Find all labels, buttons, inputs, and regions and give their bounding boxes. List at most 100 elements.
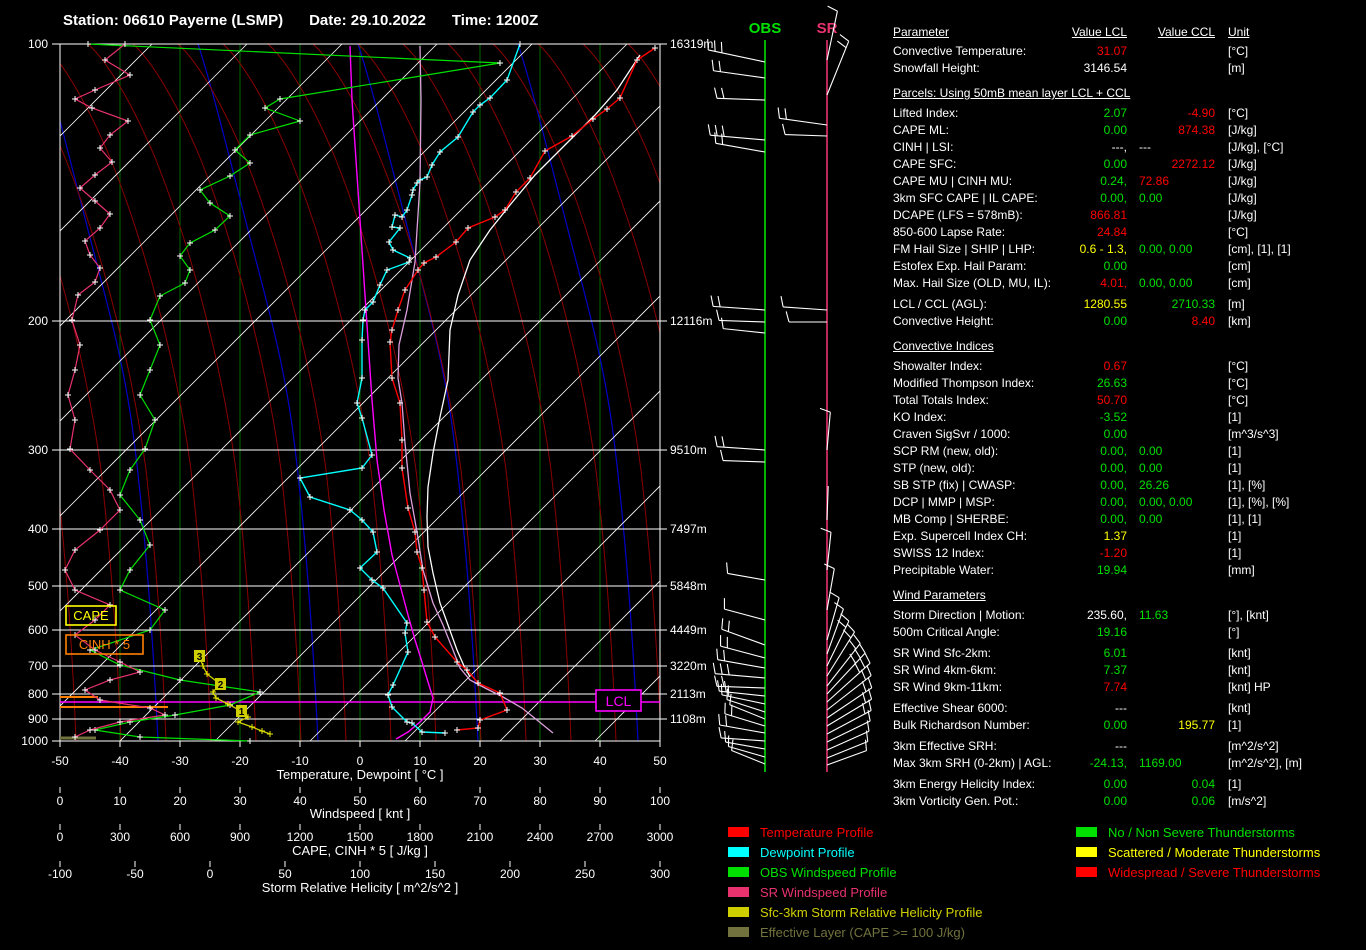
table-row: Craven SigSvr / 1000:0.00[m^3/s^3] [893,426,1366,443]
axis-tick-label: 3000 [647,830,674,844]
value-lcl-cell: 31.07 [1065,43,1127,60]
unit-cell: [J/kg] [1215,207,1257,224]
axis-tick-label: 20 [473,754,487,768]
unit-label: [1], [%], [%] [1228,495,1289,509]
col-value-ccl: Value CCL [1127,24,1215,43]
value-ccl-cell: 0.00 [1127,190,1215,207]
legend-item: SR Windspeed Profile [728,882,983,902]
axis-tick-label: -20 [231,754,249,768]
axis-tick-label: 1800 [407,830,434,844]
altitude-label: 16319m [670,37,713,51]
value-ccl: 0.00, [1139,276,1166,290]
param-label-cell: Estofex Exp. Hail Param: [893,258,1065,275]
value-lcl-cell: 0.00, [1065,494,1127,511]
value-ccl-cell: 0.00 [1127,460,1215,477]
axis-tick-label: 80 [533,794,547,808]
param-label: 3km SFC CAPE | IL CAPE: [893,191,1038,205]
value-ccl-cell [1127,60,1215,77]
value-lcl: --- [1115,701,1127,715]
srh-height-marker: 2 [215,678,226,691]
value-lcl-cell: 3146.54 [1065,60,1127,77]
value-lcl-cell: 6.01 [1065,645,1127,662]
table-row: 3km Vorticity Gen. Pot.:0.000.06[m/s^2] [893,793,1366,810]
axis-tick-label: 2400 [527,830,554,844]
param-label: Estofex Exp. Hail Param: [893,259,1026,273]
legend-thunderstorms: No / Non Severe ThunderstormsScattered /… [1076,822,1320,882]
unit-label: [J/kg] [1228,123,1257,137]
param-label-cell: 3km Energy Helicity Index: [893,776,1065,793]
value-ccl: 26.26 [1139,478,1169,492]
value-lcl: 0.00 [1104,157,1127,171]
svg-text:CINH * 5: CINH * 5 [79,637,130,652]
unit-label: [1], [%] [1228,478,1265,492]
value-lcl: 0.24, [1100,174,1127,188]
value-lcl: 0.00 [1104,718,1127,732]
unit-cell: [°C] [1215,392,1248,409]
axis-tick-label: 2100 [467,830,494,844]
unit-cell: [knt] [1215,662,1251,679]
axis-tick-label: 10 [113,794,127,808]
value-lcl-cell: ---, [1065,139,1127,156]
altitude-label: 9510m [670,443,707,457]
obs-wind-profile [85,41,503,744]
value-ccl: 0.00 [1139,444,1162,458]
value-ccl-cell: 72.86 [1127,173,1215,190]
param-label-cell: 3km Vorticity Gen. Pot.: [893,793,1065,810]
param-label: 3km Vorticity Gen. Pot.: [893,794,1018,808]
legend-item: Dewpoint Profile [728,842,983,862]
value-lcl-cell: 0.00 [1065,156,1127,173]
legend-label: OBS Windspeed Profile [760,865,897,880]
value-ccl-cell: 0.04 [1127,776,1215,793]
value-lcl-cell: 7.37 [1065,662,1127,679]
value-ccl-cell [1127,207,1215,224]
param-label-cell: 3km SFC CAPE | IL CAPE: [893,190,1065,207]
value-ccl: 72.86 [1139,174,1169,188]
value-lcl-cell: 0.24, [1065,173,1127,190]
value-lcl-cell: 235.60, [1065,607,1127,624]
param-label-cell: Max 3km SRH (0-2km) | AGL: [893,755,1065,772]
param-label-cell: Precipitable Water: [893,562,1065,579]
axis-tick-label: 50 [653,754,667,768]
table-row: SB STP (fix) | CWASP: 0.00, 26.26 [1], [%] [893,477,1366,494]
value-lcl-cell: 0.00 [1065,313,1127,330]
axis-tick-label: 1200 [287,830,314,844]
table-row: SR Wind 4km-6km:7.37[knt] [893,662,1366,679]
bottom-axis-3: -100-50050100150200250300Storm Relative … [48,861,670,895]
axis-tick-label: 30 [533,754,547,768]
value-lcl: 0.00 [1104,794,1127,808]
altitude-label: 2113m [670,687,706,701]
value-ccl-cell: 874.38 [1127,122,1215,139]
altitude-label: 12116m [670,314,712,328]
value-lcl: 0.00 [1104,427,1127,441]
axis-tick-label: 200 [500,867,520,881]
param-label-cell: SB STP (fix) | CWASP: [893,477,1065,494]
value-ccl-cell: 0.00 [1127,443,1215,460]
table-row: CINH | LSI:---,---[J/kg], [°C] [893,139,1366,156]
unit-label: [°] [1228,625,1239,639]
param-label: Total Totals Index: [893,393,989,407]
param-label: Bulk Richardson Number: [893,718,1030,732]
pressure-tick-label: 200 [28,314,48,328]
value-ccl-cell: 2710.33 [1127,296,1215,313]
value-lcl-cell: 19.94 [1065,562,1127,579]
section-header-label: Convective Indices [893,339,994,353]
value-lcl: 2.07 [1104,106,1127,120]
param-label: Snowfall Height: [893,61,980,75]
table-row: Precipitable Water:19.94[mm] [893,562,1366,579]
param-label: Showalter Index: [893,359,982,373]
param-label-cell: Snowfall Height: [893,60,1065,77]
param-label-cell: Convective Height: [893,313,1065,330]
unit-label: [1] [1228,410,1241,424]
unit-label: [°C] [1228,376,1248,390]
param-label-cell: CAPE MU | CINH MU: [893,173,1065,190]
col-unit-label: Unit [1228,25,1249,39]
value-ccl-cell [1127,43,1215,60]
param-label: CAPE SFC: [893,157,956,171]
unit-label: [m^2/s^2], [m] [1228,756,1302,770]
axis-tick-label: 50 [278,867,292,881]
axis-tick-label: 40 [593,754,607,768]
value-lcl: 0.00, [1100,478,1127,492]
legend-item: Effective Layer (CAPE >= 100 J/kg) [728,922,983,942]
param-label-cell: Max. Hail Size (OLD, MU, IL): [893,275,1065,292]
legend-label: Scattered / Moderate Thunderstorms [1108,845,1320,860]
